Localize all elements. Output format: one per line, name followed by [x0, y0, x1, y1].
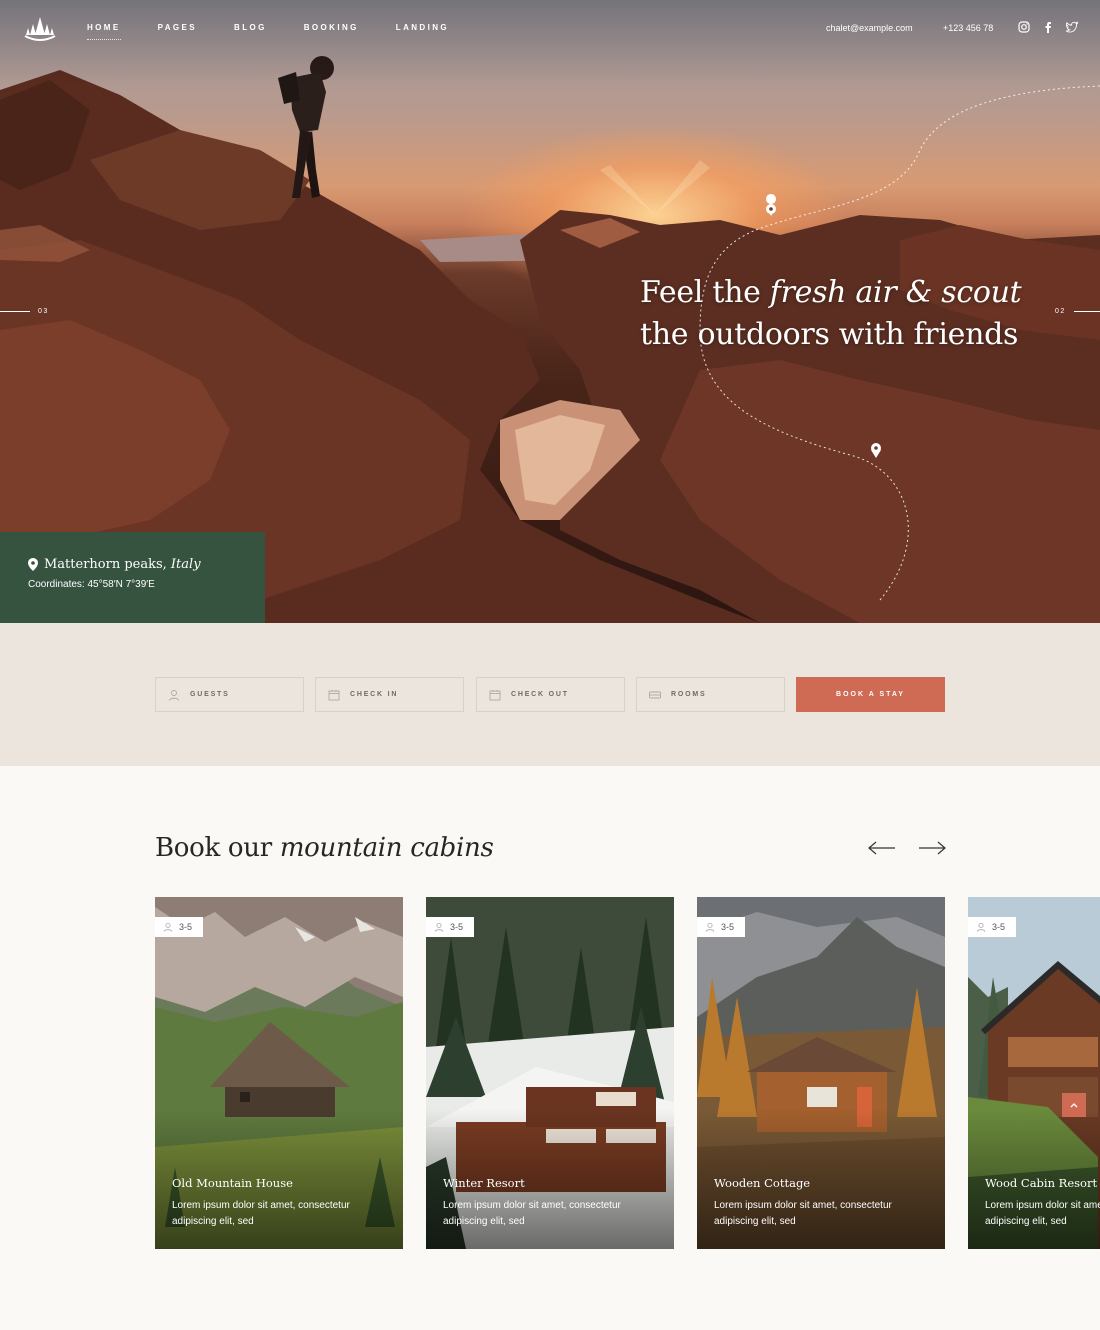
hero-headline: Feel the fresh air & scout the outdoors … — [640, 272, 1022, 356]
guest-badge: 3-5 — [426, 917, 474, 937]
page: HOME PAGES BLOG BOOKING LANDING chalet@e… — [0, 0, 1100, 1330]
contact-phone[interactable]: +123 456 78 — [943, 23, 993, 33]
user-icon — [705, 922, 715, 932]
book-a-stay-button[interactable]: BOOK A STAY — [796, 677, 945, 712]
slide-prev-number: 03 — [38, 308, 49, 315]
rooms-label: ROOMS — [671, 691, 707, 698]
cabin-card[interactable]: 3-5 Wooden Cottage Lorem ipsum dolor sit… — [697, 897, 945, 1249]
twitter-icon[interactable] — [1065, 20, 1079, 33]
location-coordinates: Coordinates: 45°58′N 7°39′E — [28, 579, 155, 590]
guest-count: 3-5 — [450, 922, 464, 932]
nav-pages[interactable]: PAGES — [158, 23, 197, 40]
guest-count: 3-5 — [992, 922, 1006, 932]
contact-email[interactable]: chalet@example.com — [826, 23, 913, 33]
cabin-description: Lorem ipsum dolor sit amet, consectetur … — [443, 1200, 621, 1227]
cabin-card[interactable]: 3-5 Old Mountain House Lorem ipsum dolor… — [155, 897, 403, 1249]
cabin-card[interactable]: 3-5 Wood Cabin Resort Lorem ipsum dolor … — [968, 897, 1100, 1249]
top-navigation: HOME PAGES BLOG BOOKING LANDING chalet@e… — [0, 0, 1100, 58]
nav-home[interactable]: HOME — [87, 23, 121, 40]
user-icon — [434, 922, 444, 932]
check-out-field[interactable]: CHECK OUT — [476, 677, 625, 712]
user-icon — [163, 922, 173, 932]
guest-badge: 3-5 — [697, 917, 745, 937]
nav-blog[interactable]: BLOG — [234, 23, 267, 40]
cabin-description: Lorem ipsum dolor sit amet, consectetur … — [172, 1200, 350, 1227]
slide-next-number: 02 — [1055, 308, 1066, 315]
nav-booking[interactable]: BOOKING — [304, 23, 359, 40]
map-pin-icon — [28, 558, 38, 571]
arrow-left-icon[interactable] — [868, 840, 896, 856]
user-icon — [169, 689, 179, 701]
cabin-title: Old Mountain House — [172, 1176, 293, 1190]
calendar-icon — [489, 689, 501, 700]
hero-section: HOME PAGES BLOG BOOKING LANDING chalet@e… — [0, 0, 1100, 623]
cabin-title: Wooden Cottage — [714, 1176, 811, 1190]
check-in-label: CHECK IN — [350, 691, 399, 698]
scroll-to-top-button[interactable] — [1062, 1093, 1086, 1117]
cabin-title: Wood Cabin Resort — [985, 1176, 1098, 1190]
guest-badge: 3-5 — [155, 917, 203, 937]
cabin-card[interactable]: 3-5 Winter Resort Lorem ipsum dolor sit … — [426, 897, 674, 1249]
guest-badge: 3-5 — [968, 917, 1016, 937]
guest-count: 3-5 — [179, 922, 193, 932]
guest-count: 3-5 — [721, 922, 735, 932]
cabin-title: Winter Resort — [443, 1176, 525, 1190]
location-box: Matterhorn peaks, Italy Coordinates: 45°… — [0, 532, 265, 623]
nav-landing[interactable]: LANDING — [396, 23, 449, 40]
guests-label: GUESTS — [190, 691, 230, 698]
headline-line2: the outdoors with friends — [640, 317, 1019, 352]
cabin-description: Lorem ipsum dolor sit amet, consectetur … — [714, 1200, 892, 1227]
calendar-icon — [328, 689, 340, 700]
slide-next-indicator[interactable]: 02 — [1055, 308, 1100, 315]
bed-icon — [649, 691, 661, 698]
logo-icon[interactable] — [22, 14, 58, 44]
cabins-title-a: Book our — [155, 833, 280, 863]
cabins-section-title: Book our mountain cabins — [155, 833, 494, 863]
headline-line1-em: fresh air & scout — [769, 275, 1022, 310]
check-out-label: CHECK OUT — [511, 691, 569, 698]
guests-field[interactable]: GUESTS — [155, 677, 304, 712]
rooms-field[interactable]: ROOMS — [636, 677, 785, 712]
check-in-field[interactable]: CHECK IN — [315, 677, 464, 712]
user-icon — [976, 922, 986, 932]
chevron-up-icon — [1070, 1103, 1078, 1108]
slide-prev-indicator[interactable]: 03 — [0, 308, 49, 315]
headline-line1-a: Feel the — [640, 275, 770, 310]
social-links — [1018, 20, 1079, 33]
facebook-icon[interactable] — [1042, 20, 1054, 33]
location-name: Matterhorn peaks, — [44, 557, 171, 572]
booking-bar: GUESTS CHECK IN CHECK OUT ROOMS BOOK A S… — [0, 623, 1100, 766]
location-country: Italy — [170, 557, 201, 572]
cabins-title-em: mountain cabins — [279, 833, 494, 863]
cabin-description: Lorem ipsum dolor sit amet, consectetur … — [985, 1200, 1100, 1227]
instagram-icon[interactable] — [1018, 20, 1030, 33]
arrow-right-icon[interactable] — [918, 840, 946, 856]
